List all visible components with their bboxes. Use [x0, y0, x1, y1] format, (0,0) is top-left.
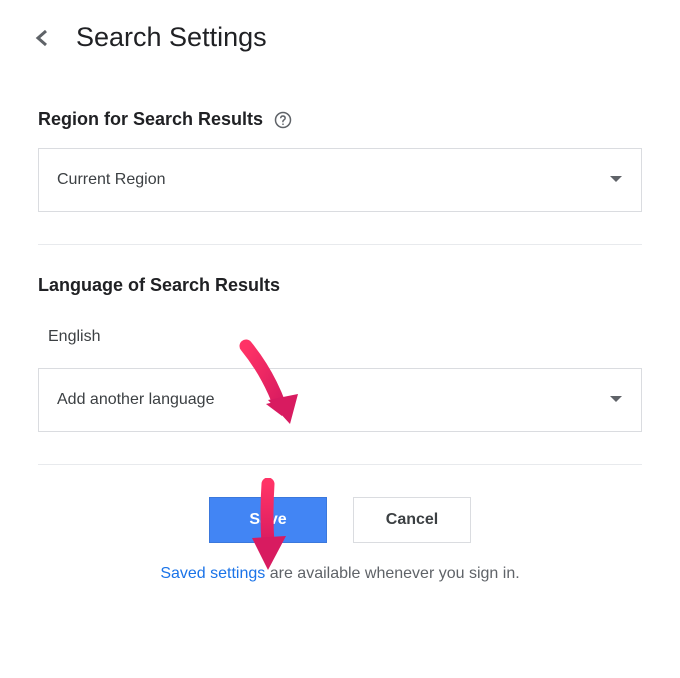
add-language-dropdown[interactable]: Add another language — [38, 368, 642, 432]
region-dropdown-value: Current Region — [57, 171, 166, 189]
content: Region for Search Results Current Region… — [0, 71, 680, 583]
cancel-button[interactable]: Cancel — [353, 497, 471, 543]
divider — [38, 244, 642, 245]
page-title: Search Settings — [76, 22, 267, 53]
save-button[interactable]: Save — [209, 497, 327, 543]
footer-note: Saved settings are available whenever yo… — [38, 565, 642, 583]
language-section-label: Language of Search Results — [38, 275, 642, 296]
help-icon[interactable] — [273, 110, 293, 130]
region-section-label: Region for Search Results — [38, 109, 642, 130]
saved-settings-link[interactable]: Saved settings — [160, 565, 265, 582]
divider — [38, 464, 642, 465]
back-icon[interactable] — [30, 26, 54, 50]
language-label-text: Language of Search Results — [38, 275, 280, 296]
add-language-label: Add another language — [57, 391, 214, 409]
region-dropdown[interactable]: Current Region — [38, 148, 642, 212]
region-label-text: Region for Search Results — [38, 109, 263, 130]
header: Search Settings — [0, 0, 680, 71]
current-language: English — [38, 314, 642, 368]
footer-text: are available whenever you sign in. — [265, 565, 519, 582]
chevron-down-icon — [609, 395, 623, 405]
button-row: Save Cancel — [38, 497, 642, 543]
chevron-down-icon — [609, 175, 623, 185]
